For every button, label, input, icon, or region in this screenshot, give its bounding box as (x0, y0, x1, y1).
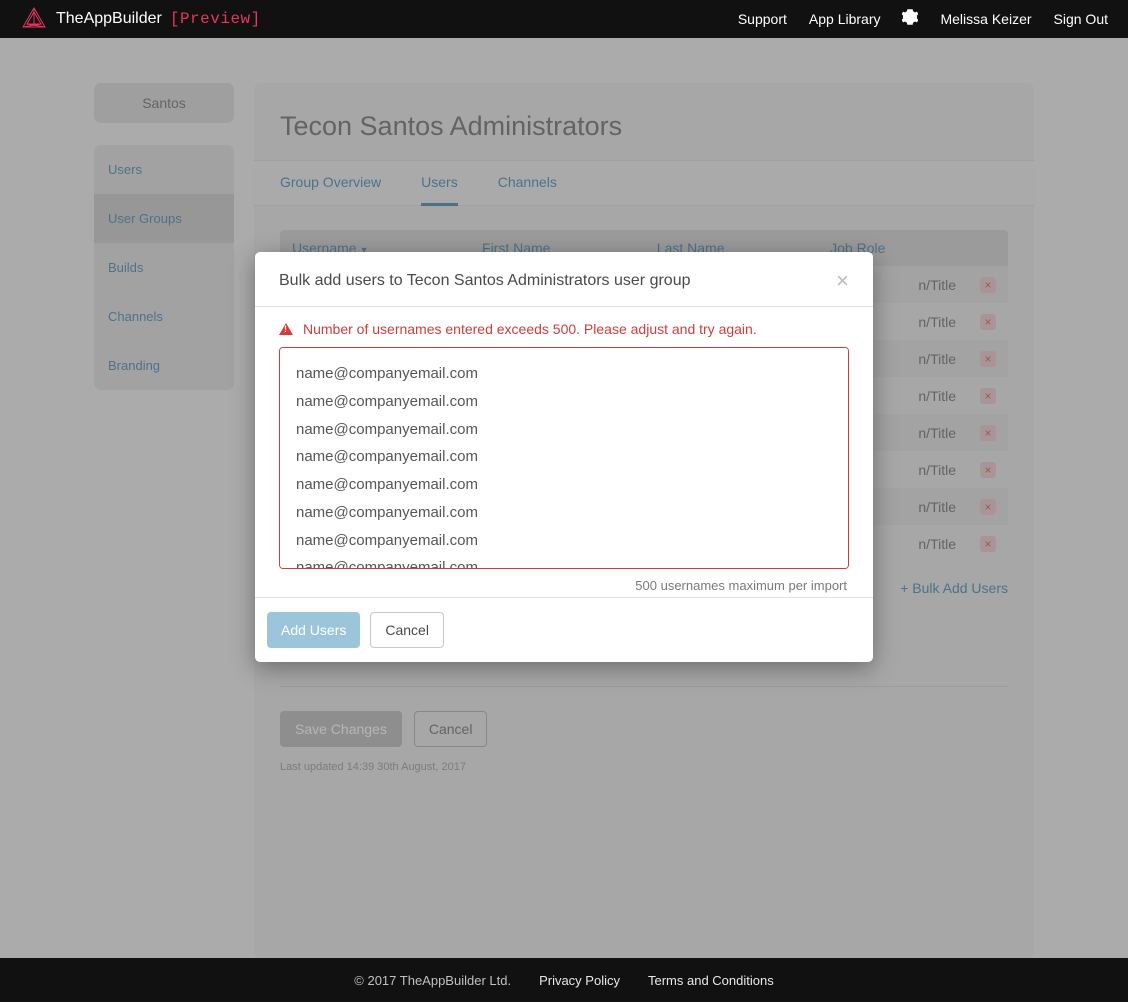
app-library-link[interactable]: App Library (809, 11, 881, 27)
brand: TheAppBuilder [Preview] (20, 5, 261, 33)
brand-preview-badge: [Preview] (170, 10, 261, 28)
topbar-links: Support App Library Melissa Keizer Sign … (738, 9, 1108, 30)
usernames-textarea[interactable] (279, 347, 849, 569)
signout-link[interactable]: Sign Out (1054, 11, 1108, 27)
privacy-link[interactable]: Privacy Policy (539, 973, 620, 988)
helper-text: 500 usernames maximum per import (279, 572, 849, 593)
bulk-add-modal: Bulk add users to Tecon Santos Administr… (255, 252, 873, 662)
terms-link[interactable]: Terms and Conditions (648, 973, 774, 988)
support-link[interactable]: Support (738, 11, 787, 27)
add-users-button[interactable]: Add Users (267, 612, 360, 648)
brand-name: TheAppBuilder (56, 10, 162, 28)
current-user-link[interactable]: Melissa Keizer (940, 11, 1031, 27)
modal-title: Bulk add users to Tecon Santos Administr… (279, 272, 690, 290)
alert-triangle-icon (279, 323, 293, 335)
modal-error-alert: Number of usernames entered exceeds 500.… (279, 321, 849, 337)
close-icon[interactable]: × (836, 270, 849, 292)
topbar: TheAppBuilder [Preview] Support App Libr… (0, 0, 1128, 38)
gear-icon[interactable] (902, 9, 918, 30)
footer-copyright: © 2017 TheAppBuilder Ltd. (354, 973, 511, 988)
modal-error-text: Number of usernames entered exceeds 500.… (303, 321, 757, 337)
footer: © 2017 TheAppBuilder Ltd. Privacy Policy… (0, 958, 1128, 1002)
modal-cancel-button[interactable]: Cancel (370, 612, 444, 648)
brand-logo-icon (20, 5, 48, 33)
